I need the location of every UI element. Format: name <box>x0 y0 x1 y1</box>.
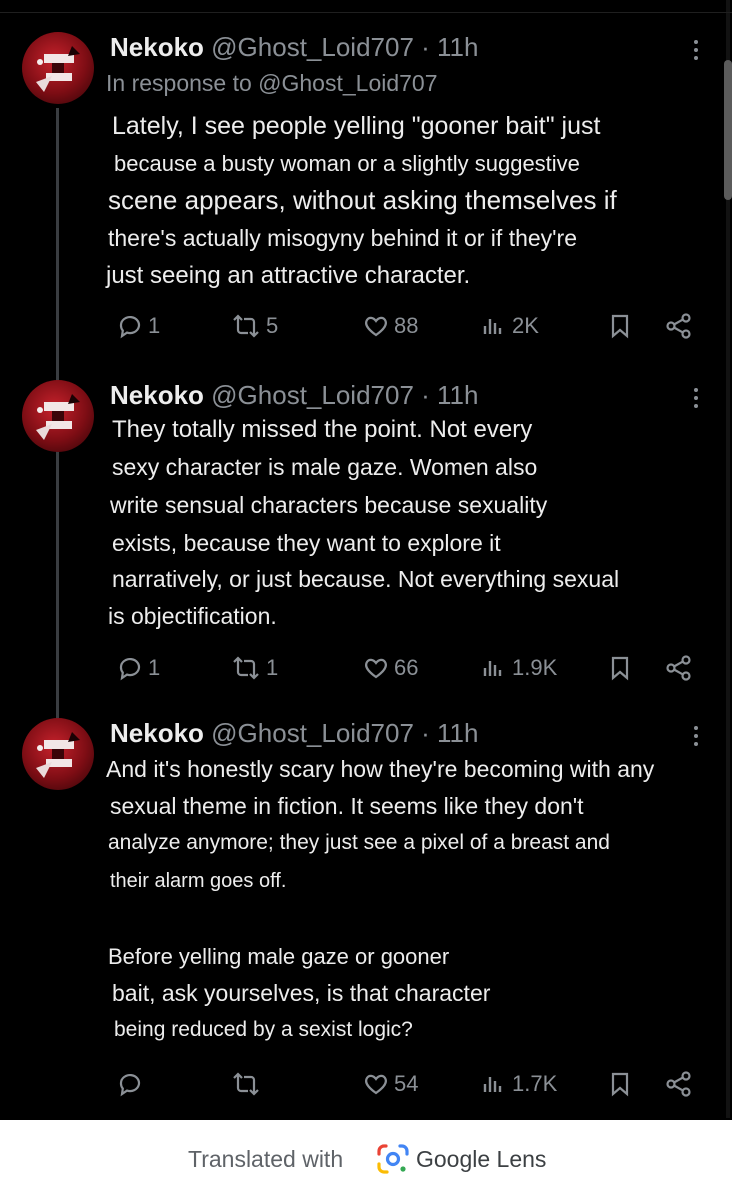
avatar-art-icon <box>36 394 80 440</box>
tweet-text-line: sexy character is male gaze. Women also <box>112 454 538 480</box>
scrollbar-thumb[interactable] <box>724 60 732 200</box>
display-name[interactable]: Nekoko <box>110 32 204 62</box>
views-count: 2K <box>512 313 539 338</box>
timestamp[interactable]: 11h <box>437 718 478 748</box>
share-button[interactable] <box>664 306 694 346</box>
repost-count: 5 <box>266 313 279 338</box>
tweet-text-line: their alarm goes off. <box>110 870 287 892</box>
like-icon <box>365 1074 387 1095</box>
views-icon <box>483 319 502 334</box>
top-divider <box>0 12 732 13</box>
views-count: 1.9K <box>512 655 558 680</box>
action-bar: 1 5 88 2K <box>0 306 732 346</box>
like-count: 54 <box>394 1071 419 1096</box>
bookmark-icon <box>611 1072 629 1097</box>
tweet-text-line: bait, ask yourselves, is that character <box>112 980 491 1006</box>
like-button[interactable]: 66 <box>362 648 418 688</box>
repost-icon <box>233 1072 259 1096</box>
google-lens-logo <box>377 1144 409 1174</box>
tweet-text-line: just seeing an attractive character. <box>106 262 471 289</box>
like-icon <box>365 316 387 337</box>
bookmark-button[interactable] <box>606 648 634 688</box>
tweet-text-line: Lately, I see people yelling "gooner bai… <box>112 112 601 140</box>
handle[interactable]: @Ghost_Loid707 <box>211 32 414 62</box>
handle[interactable]: @Ghost_Loid707 <box>211 380 414 410</box>
reply-button[interactable]: 1 <box>116 306 160 346</box>
handle[interactable]: @Ghost_Loid707 <box>211 718 414 748</box>
reply-count: 1 <box>148 313 161 338</box>
tweet-text-line: write sensual characters because sexuali… <box>110 492 548 518</box>
reply-context[interactable]: In response to @Ghost_Loid707 <box>106 70 438 97</box>
tweet-header: Nekoko @Ghost_Loid707 · 11h <box>110 32 478 63</box>
tweet-text-line: They totally missed the point. Not every <box>112 416 533 443</box>
tweet-text-line: is objectification. <box>108 603 277 629</box>
avatar[interactable] <box>22 718 94 790</box>
repost-icon <box>233 314 259 338</box>
reply-count: 1 <box>148 655 161 680</box>
like-icon <box>365 658 387 679</box>
display-name[interactable]: Nekoko <box>110 718 204 748</box>
repost-button[interactable] <box>230 1064 266 1104</box>
bookmark-icon <box>611 314 629 339</box>
views-button[interactable]: 2K <box>480 306 539 346</box>
share-button[interactable] <box>664 648 694 688</box>
repost-button[interactable]: 5 <box>230 306 278 346</box>
tweet-text-line: Before yelling male gaze or gooner <box>108 944 450 969</box>
avatar-art-icon <box>36 732 80 778</box>
views-count: 1.7K <box>512 1071 558 1096</box>
views-button[interactable]: 1.9K <box>480 648 557 688</box>
bookmark-icon <box>611 656 629 681</box>
tweet-text-line: And it's honestly scary how they're beco… <box>106 756 655 782</box>
translated-with-label: Translated with <box>188 1146 344 1172</box>
views-icon <box>483 1077 502 1092</box>
google-lens-brand: Google Lens <box>416 1146 547 1172</box>
avatar[interactable] <box>22 380 94 452</box>
translation-footer: Translated with Google Lens <box>0 1120 732 1199</box>
tweet-text-line: analyze anymore; they just see a pixel o… <box>108 831 610 854</box>
like-count: 88 <box>394 313 419 338</box>
time-separator: · <box>413 380 438 410</box>
bookmark-button[interactable] <box>606 1064 634 1104</box>
tweet-text-line: exists, because they want to explore it <box>112 530 501 556</box>
tweet-text-line: scene appears, without asking themselves… <box>108 185 617 215</box>
like-button[interactable]: 88 <box>362 306 418 346</box>
like-button[interactable]: 54 <box>362 1064 418 1104</box>
time-separator: · <box>413 718 438 748</box>
repost-icon <box>233 656 259 680</box>
bookmark-button[interactable] <box>606 306 634 346</box>
display-name[interactable]: Nekoko <box>110 380 204 410</box>
avatar-art-icon <box>36 46 80 92</box>
tweet-header: Nekoko @Ghost_Loid707 · 11h <box>110 718 478 749</box>
reply-icon <box>119 1073 141 1097</box>
timestamp[interactable]: 11h <box>437 32 478 62</box>
reply-icon <box>119 657 141 681</box>
repost-button[interactable]: 1 <box>230 648 278 688</box>
reply-button[interactable]: 1 <box>116 648 160 688</box>
share-icon <box>666 1071 691 1097</box>
action-bar: 54 1.7K <box>0 1064 732 1104</box>
like-count: 66 <box>394 655 419 680</box>
views-icon <box>483 661 502 676</box>
more-vertical-icon[interactable] <box>688 388 704 414</box>
tweet-text-line: because a busty woman or a slightly sugg… <box>114 151 580 176</box>
reply-button[interactable] <box>116 1064 148 1104</box>
repost-count: 1 <box>266 655 279 680</box>
share-icon <box>666 655 691 681</box>
tweet-text-line: narratively, or just because. Not everyt… <box>112 566 620 592</box>
avatar[interactable] <box>22 32 94 104</box>
time-separator: · <box>413 32 438 62</box>
share-button[interactable] <box>664 1064 694 1104</box>
action-bar: 1 1 66 1.9K <box>0 648 732 688</box>
timestamp[interactable]: 11h <box>437 380 478 410</box>
reply-icon <box>119 315 141 339</box>
tweet-text-line: there's actually misogyny behind it or i… <box>108 225 578 251</box>
tweet-text-line: being reduced by a sexist logic? <box>114 1018 413 1041</box>
tweet-header: Nekoko @Ghost_Loid707 · 11h <box>110 380 478 411</box>
more-vertical-icon[interactable] <box>688 40 704 66</box>
more-vertical-icon[interactable] <box>688 726 704 752</box>
views-button[interactable]: 1.7K <box>480 1064 557 1104</box>
tweet-text-line: sexual theme in fiction. It seems like t… <box>110 793 584 819</box>
share-icon <box>666 313 691 339</box>
